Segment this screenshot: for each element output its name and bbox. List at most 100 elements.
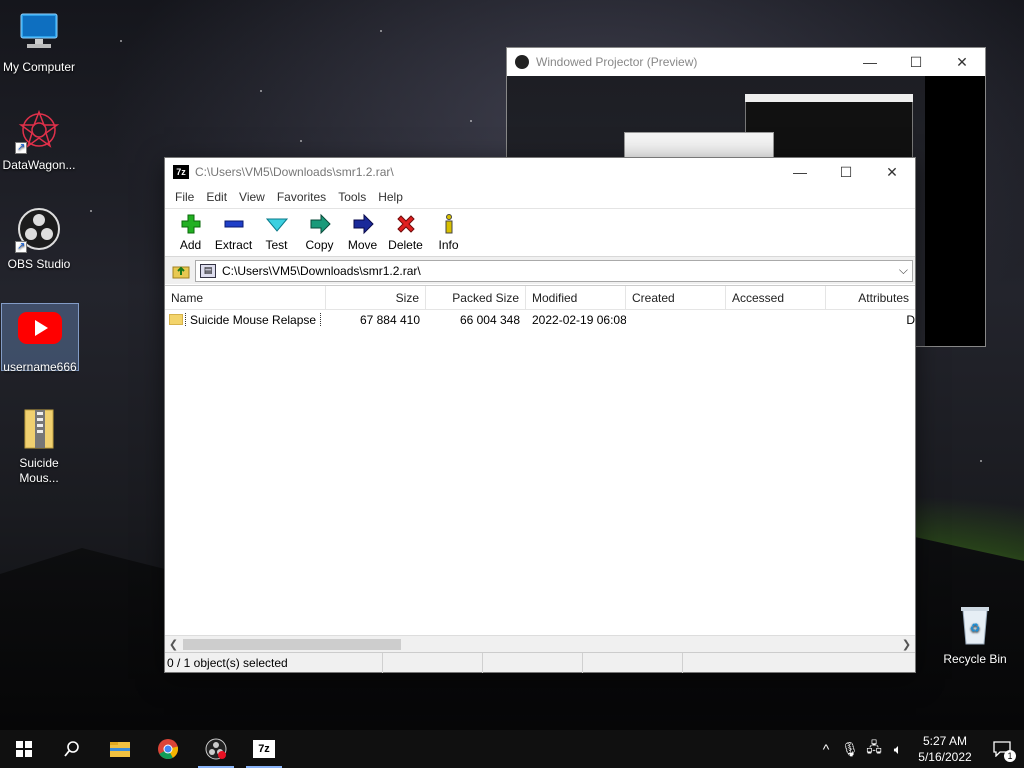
path-combobox[interactable]: ▤ C:\Users\VM5\Downloads\smr1.2.rar\ ⌵: [195, 259, 913, 282]
status-size: [383, 653, 483, 673]
obs-icon: [205, 738, 227, 760]
computer-icon: [15, 8, 63, 56]
clock-time: 5:27 AM: [922, 734, 968, 748]
notification-center-button[interactable]: 1: [980, 730, 1024, 768]
chrome-icon: [158, 739, 179, 760]
move-button[interactable]: Move: [341, 209, 384, 257]
test-button[interactable]: Test: [255, 209, 298, 257]
desktop-icon-label: DataWagon...: [2, 158, 76, 172]
recycle-bin-icon: ♻: [951, 600, 999, 648]
info-button[interactable]: Info: [427, 209, 470, 257]
copy-button[interactable]: Copy: [298, 209, 341, 257]
column-packed-size[interactable]: Packed Size: [426, 286, 526, 310]
windows-logo-icon: [16, 741, 32, 757]
maximize-button[interactable]: ☐: [893, 48, 939, 76]
desktop-icon-suicide-mouse[interactable]: Suicide Mous...: [0, 404, 78, 486]
projector-title: Windowed Projector (Preview): [536, 55, 698, 69]
maximize-button[interactable]: ☐: [823, 158, 869, 186]
column-accessed[interactable]: Accessed: [726, 286, 826, 310]
scroll-right-icon[interactable]: ❯: [898, 636, 915, 653]
column-modified[interactable]: Modified: [526, 286, 626, 310]
clock[interactable]: 5:27 AM 5/16/2022: [910, 733, 980, 765]
close-button[interactable]: ✕: [939, 48, 985, 76]
shortcut-arrow-icon: [15, 140, 27, 155]
move-arrow-icon: [351, 213, 375, 235]
table-row[interactable]: Suicide Mouse Relapse 67 884 410 66 004 …: [165, 310, 915, 330]
shortcut-arrow-icon: [15, 239, 27, 254]
microphone-icon[interactable]: 🎙︎: [838, 741, 862, 758]
taskbar: 7z ^ 🎙︎ 🖧 🔈︎ 5:27 AM 5/16/2022 1: [0, 730, 1024, 768]
desktop-icon-label: username666: [3, 360, 77, 374]
path-text: C:\Users\VM5\Downloads\smr1.2.rar\: [222, 263, 421, 278]
menu-help[interactable]: Help: [372, 190, 409, 204]
folder-icon: [169, 314, 183, 326]
info-icon: [437, 213, 461, 235]
file-list[interactable]: Name Size Packed Size Modified Created A…: [165, 285, 915, 634]
menu-bar: File Edit View Favorites Tools Help: [165, 186, 915, 208]
status-selection: 0 / 1 object(s) selected: [165, 653, 383, 673]
column-created[interactable]: Created: [626, 286, 726, 310]
speaker-icon[interactable]: 🔈︎: [886, 741, 910, 758]
delete-button[interactable]: Delete: [384, 209, 427, 257]
taskbar-7zip[interactable]: 7z: [240, 730, 288, 768]
row-size: 67 884 410: [359, 313, 420, 327]
taskbar-file-explorer[interactable]: [96, 730, 144, 768]
obs-icon: [515, 55, 529, 69]
up-folder-button[interactable]: [167, 259, 195, 283]
extract-button[interactable]: Extract: [212, 209, 255, 257]
x-icon: [394, 213, 418, 235]
chevron-up-icon[interactable]: ^: [814, 741, 838, 757]
scroll-thumb[interactable]: [183, 639, 401, 650]
desktop: My Computer DataWagon... OBS: [0, 0, 1024, 730]
desktop-icon-recycle-bin[interactable]: ♻ Recycle Bin: [936, 600, 1014, 667]
row-packed-size: 66 004 348: [459, 313, 520, 327]
copy-arrow-icon: [308, 213, 332, 235]
add-button[interactable]: Add: [169, 209, 212, 257]
menu-edit[interactable]: Edit: [200, 190, 233, 204]
close-button[interactable]: ✕: [869, 158, 915, 186]
taskbar-obs[interactable]: [192, 730, 240, 768]
notification-count-badge: 1: [1004, 750, 1016, 762]
status-packed: [483, 653, 583, 673]
column-size[interactable]: Size: [326, 286, 426, 310]
menu-view[interactable]: View: [233, 190, 271, 204]
obs-logo-icon: [15, 205, 63, 254]
7zip-icon: 7z: [253, 740, 275, 758]
network-icon[interactable]: 🖧: [862, 737, 886, 761]
desktop-icon-username666[interactable]: username666: [1, 303, 79, 374]
desktop-icon-label: OBS Studio: [7, 257, 71, 271]
menu-tools[interactable]: Tools: [332, 190, 372, 204]
plus-icon: [179, 213, 203, 235]
chevron-down-icon[interactable]: ⌵: [899, 263, 908, 278]
column-attributes[interactable]: Attributes: [826, 286, 915, 310]
list-header: Name Size Packed Size Modified Created A…: [165, 286, 915, 310]
desktop-icon-my-computer[interactable]: My Computer: [0, 8, 78, 75]
menu-file[interactable]: File: [169, 190, 200, 204]
row-attributes: D: [906, 313, 915, 327]
desktop-icon-label: Suicide Mous...: [19, 456, 59, 485]
zip-folder-icon: [15, 404, 63, 452]
horizontal-scrollbar[interactable]: ❮ ❯: [165, 635, 915, 652]
search-button[interactable]: [48, 730, 96, 768]
status-modified: [583, 653, 683, 673]
row-modified: 2022-02-19 06:08: [532, 313, 626, 327]
clock-date: 5/16/2022: [918, 750, 972, 764]
toolbar: Add Extract Test Copy Move Delete Info: [165, 208, 915, 256]
column-name[interactable]: Name: [165, 286, 326, 310]
scroll-left-icon[interactable]: ❮: [165, 636, 182, 653]
up-folder-icon: [172, 266, 190, 278]
system-tray: ^ 🎙︎ 🖧 🔈︎ 5:27 AM 5/16/2022 1: [814, 730, 1024, 768]
minimize-button[interactable]: —: [777, 158, 823, 186]
check-icon: [265, 213, 289, 235]
status-bar: 0 / 1 object(s) selected: [165, 652, 915, 673]
desktop-icon-datawagon[interactable]: DataWagon...: [0, 106, 78, 173]
address-bar: ▤ C:\Users\VM5\Downloads\smr1.2.rar\ ⌵: [165, 256, 915, 284]
menu-favorites[interactable]: Favorites: [271, 190, 332, 204]
7zip-app-icon: 7z: [173, 165, 189, 179]
row-name: Suicide Mouse Relapse: [185, 313, 322, 327]
taskbar-chrome[interactable]: [144, 730, 192, 768]
minimize-button[interactable]: —: [847, 48, 893, 76]
start-button[interactable]: [0, 730, 48, 768]
desktop-icon-obs-studio[interactable]: OBS Studio: [0, 205, 78, 272]
7zip-window[interactable]: 7z C:\Users\VM5\Downloads\smr1.2.rar\ — …: [164, 157, 916, 673]
